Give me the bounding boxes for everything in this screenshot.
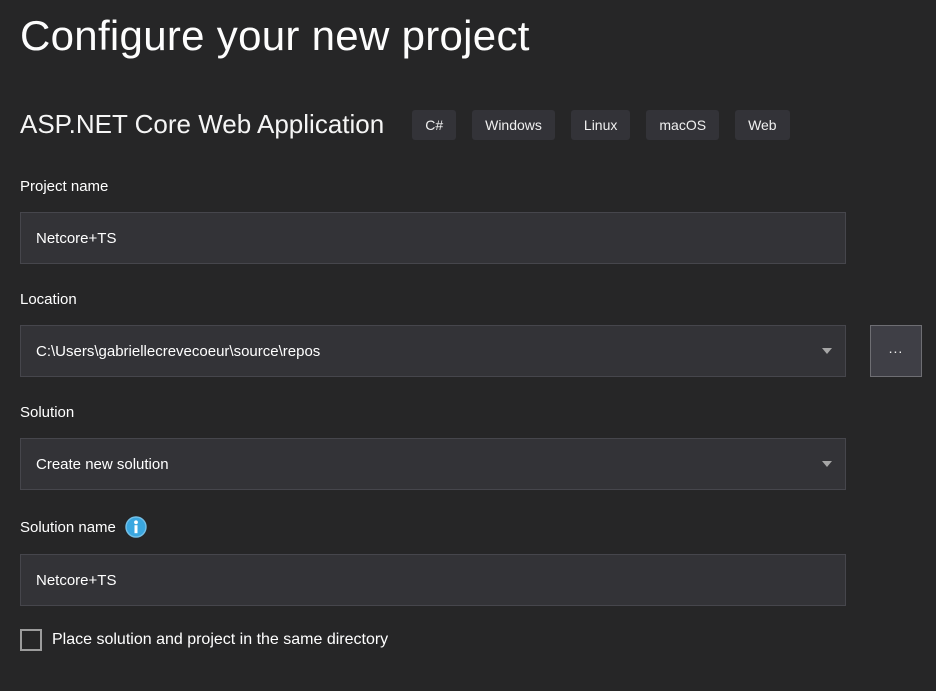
tag-linux: Linux <box>571 110 630 140</box>
location-label: Location <box>20 290 936 309</box>
tag-csharp: C# <box>412 110 456 140</box>
location-combobox[interactable] <box>20 325 846 377</box>
project-name-label: Project name <box>20 177 936 196</box>
template-tags: C# Windows Linux macOS Web <box>412 110 789 140</box>
location-row: ... <box>20 309 936 377</box>
solution-name-label-row: Solution name <box>20 516 936 538</box>
info-icon[interactable] <box>125 516 147 538</box>
tag-macos: macOS <box>646 110 719 140</box>
tag-windows: Windows <box>472 110 555 140</box>
same-directory-row: Place solution and project in the same d… <box>20 629 936 651</box>
page-title: Configure your new project <box>20 8 936 63</box>
solution-label: Solution <box>20 403 936 422</box>
same-directory-label[interactable]: Place solution and project in the same d… <box>52 631 388 649</box>
same-directory-checkbox[interactable] <box>20 629 42 651</box>
tag-web: Web <box>735 110 790 140</box>
location-input[interactable] <box>20 325 846 377</box>
configure-project-dialog: Configure your new project ASP.NET Core … <box>0 0 936 691</box>
solution-name-input[interactable] <box>20 554 846 606</box>
solution-dropdown-value[interactable]: Create new solution <box>20 438 846 490</box>
solution-name-label: Solution name <box>20 518 116 537</box>
template-summary-row: ASP.NET Core Web Application C# Windows … <box>20 109 936 140</box>
solution-dropdown[interactable]: Create new solution <box>20 438 846 490</box>
template-name: ASP.NET Core Web Application <box>20 109 384 140</box>
project-name-input[interactable] <box>20 212 846 264</box>
browse-location-button[interactable]: ... <box>870 325 922 377</box>
